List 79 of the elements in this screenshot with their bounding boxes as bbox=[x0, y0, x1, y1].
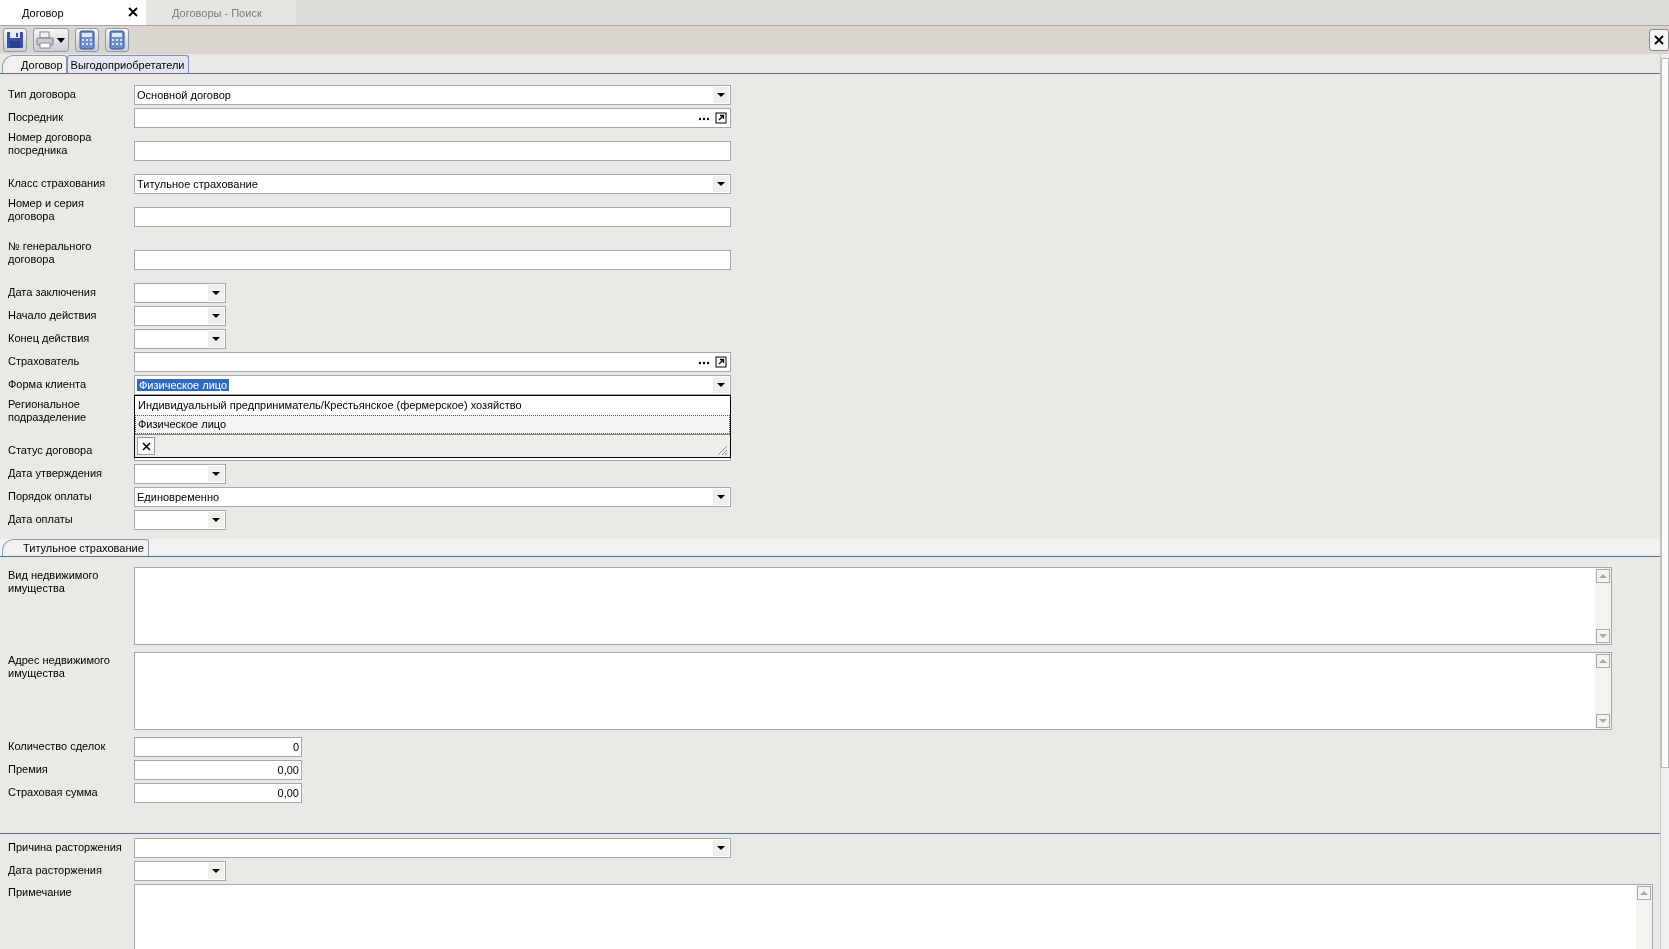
field-label: Дата оплаты bbox=[8, 513, 74, 527]
open-icon[interactable] bbox=[714, 111, 728, 125]
memo-field[interactable] bbox=[134, 652, 1612, 730]
field-label: Номер и серия договора bbox=[8, 197, 85, 224]
field-label: Посредник bbox=[8, 111, 64, 125]
field-label: Дата утверждения bbox=[8, 467, 103, 481]
scroll-down-icon[interactable] bbox=[1596, 714, 1610, 728]
number-field[interactable]: 0,00 bbox=[134, 783, 302, 803]
dropdown-option[interactable]: Физическое лицо bbox=[135, 415, 730, 434]
field-label: Примечание bbox=[8, 885, 73, 900]
field-label: Форма клиента bbox=[8, 378, 88, 392]
calculator-icon bbox=[79, 30, 95, 50]
input-field[interactable] bbox=[134, 250, 731, 270]
field-label: Дата заключения bbox=[8, 286, 97, 300]
scroll-bar[interactable] bbox=[1595, 653, 1611, 729]
calculator-button[interactable] bbox=[105, 28, 129, 52]
clear-button[interactable] bbox=[137, 437, 155, 455]
field-label: № генерального договора bbox=[8, 240, 93, 267]
field-label: Премия bbox=[8, 763, 49, 777]
save-button[interactable] bbox=[3, 28, 27, 52]
dropdown-field[interactable] bbox=[134, 838, 731, 858]
save-icon bbox=[6, 31, 24, 49]
field-label: Региональное подразделение bbox=[8, 398, 88, 425]
number-field[interactable]: 0 bbox=[134, 737, 302, 757]
date-field[interactable] bbox=[134, 329, 226, 349]
close-button[interactable] bbox=[1649, 29, 1669, 51]
date-field[interactable] bbox=[134, 510, 226, 530]
form-tab[interactable]: Выгодоприобретатели bbox=[66, 55, 189, 73]
date-field[interactable] bbox=[134, 283, 226, 303]
scroll-bar[interactable] bbox=[1660, 54, 1669, 949]
lookup-field[interactable] bbox=[134, 108, 731, 128]
dropdown-option[interactable]: Индивидуальный предприниматель/Крестьянское (фермерское) хозяйство bbox=[135, 396, 730, 415]
field-label: Конец действия bbox=[8, 332, 91, 346]
scroll-up-icon[interactable] bbox=[1596, 654, 1610, 668]
field-label: Причина расторжения bbox=[8, 841, 123, 855]
document-tab[interactable]: Договор bbox=[0, 0, 146, 25]
close-icon bbox=[1654, 35, 1664, 45]
form-tab[interactable]: Договор bbox=[2, 55, 67, 73]
printer-icon bbox=[36, 31, 54, 49]
dropdown-field[interactable]: Основной договор bbox=[134, 85, 731, 105]
close-icon bbox=[141, 441, 151, 451]
dropdown-field[interactable]: Единовременно bbox=[134, 487, 731, 507]
field-label: Дата расторжения bbox=[8, 864, 103, 878]
input-field[interactable] bbox=[134, 141, 731, 161]
calculator-button[interactable] bbox=[75, 28, 99, 52]
field-label: Класс страхования bbox=[8, 177, 107, 191]
open-icon[interactable] bbox=[714, 355, 728, 369]
field-label: Статус договора bbox=[8, 444, 94, 458]
field-label: Страховая сумма bbox=[8, 786, 99, 800]
print-button[interactable] bbox=[33, 28, 69, 52]
scroll-bar[interactable] bbox=[1636, 885, 1652, 949]
memo-field[interactable] bbox=[134, 567, 1612, 645]
scroll-down-icon[interactable] bbox=[1596, 629, 1610, 643]
caret-icon bbox=[57, 37, 65, 43]
field-label: Порядок оплаты bbox=[8, 490, 93, 504]
field-label: Тип договора bbox=[8, 88, 77, 102]
date-field[interactable] bbox=[134, 306, 226, 326]
scroll-up-icon[interactable] bbox=[1637, 886, 1651, 900]
dropdown-field[interactable]: Физическое лицо bbox=[134, 375, 731, 395]
field-label: Страхователь bbox=[8, 355, 81, 369]
scroll-bar[interactable] bbox=[1595, 568, 1611, 644]
lookup-field[interactable] bbox=[134, 352, 731, 372]
date-field[interactable] bbox=[134, 464, 226, 484]
close-icon[interactable] bbox=[128, 7, 138, 17]
field-label: Начало действия bbox=[8, 309, 98, 323]
field-label: Номер договора посредника bbox=[8, 131, 93, 158]
field-label: Количество сделок bbox=[8, 740, 107, 754]
scroll-up-icon[interactable] bbox=[1596, 569, 1610, 583]
field-label: Вид недвижимого имущества bbox=[8, 568, 100, 596]
date-field[interactable] bbox=[134, 861, 226, 881]
input-field[interactable] bbox=[134, 207, 731, 227]
dropdown-field[interactable]: Титульное страхование bbox=[134, 174, 731, 194]
calculator-icon bbox=[109, 30, 125, 50]
section-tab[interactable]: Титульное страхование bbox=[2, 539, 149, 556]
memo-field[interactable] bbox=[134, 884, 1653, 949]
document-tab[interactable]: Договоры - Поиск bbox=[146, 0, 296, 25]
field-label: Адрес недвижимого имущества bbox=[8, 653, 111, 681]
number-field[interactable]: 0,00 bbox=[134, 760, 302, 780]
resize-grip-icon[interactable] bbox=[717, 445, 728, 456]
